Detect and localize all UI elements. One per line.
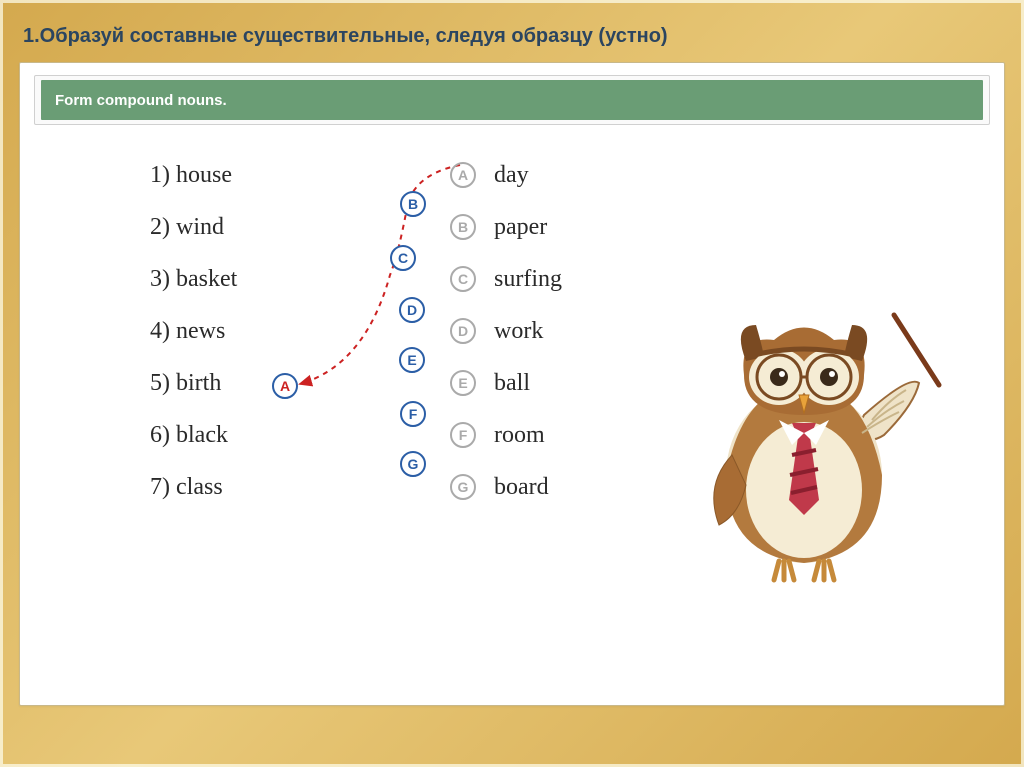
left-item: 7) class	[150, 461, 237, 513]
right-item: Aday	[450, 149, 562, 201]
right-item-word: ball	[494, 370, 530, 397]
left-item-number: 5)	[150, 370, 170, 397]
left-item-word: birth	[176, 370, 221, 397]
left-item-number: 6)	[150, 422, 170, 449]
option-letter-circle: E	[450, 370, 476, 396]
right-item-word: day	[494, 162, 529, 189]
right-item: Eball	[450, 357, 562, 409]
exercise-title: 1.Образуй составные существительные, сле…	[23, 25, 1005, 48]
right-item: Froom	[450, 409, 562, 461]
example-answer-circle: A	[272, 373, 298, 399]
owl-illustration	[684, 305, 944, 585]
right-item: Gboard	[450, 461, 562, 513]
left-item-word: news	[176, 318, 225, 345]
left-item: 1) house	[150, 149, 237, 201]
answer-slot-circle[interactable]: D	[399, 297, 425, 323]
option-letter-circle: A	[450, 162, 476, 188]
left-item: 4) news	[150, 305, 237, 357]
right-item: Dwork	[450, 305, 562, 357]
header-bar: Form compound nouns.	[41, 80, 983, 120]
answer-slot-circle[interactable]: C	[390, 245, 416, 271]
left-item: 2) wind	[150, 201, 237, 253]
left-item-word: wind	[176, 214, 224, 241]
right-item-word: room	[494, 422, 545, 449]
left-item-word: basket	[176, 266, 237, 293]
left-item-number: 3)	[150, 266, 170, 293]
left-item-word: house	[176, 162, 232, 189]
left-column: 1) house2) wind3) basket4) news5) birth6…	[150, 149, 237, 513]
option-letter-circle: D	[450, 318, 476, 344]
right-item: Csurfing	[450, 253, 562, 305]
option-letter-circle: F	[450, 422, 476, 448]
option-letter-circle: C	[450, 266, 476, 292]
right-item: Bpaper	[450, 201, 562, 253]
right-item-word: work	[494, 318, 543, 345]
answer-slot-circle[interactable]: E	[399, 347, 425, 373]
right-item-word: surfing	[494, 266, 562, 293]
right-item-word: board	[494, 474, 549, 501]
left-item-number: 1)	[150, 162, 170, 189]
option-letter-circle: G	[450, 474, 476, 500]
right-item-word: paper	[494, 214, 547, 241]
right-column: AdayBpaperCsurfingDworkEballFroomGboard	[450, 149, 562, 513]
option-letter-circle: B	[450, 214, 476, 240]
left-item: 3) basket	[150, 253, 237, 305]
answer-slot-circle[interactable]: B	[400, 191, 426, 217]
left-item-number: 2)	[150, 214, 170, 241]
exercise-content: 1) house2) wind3) basket4) news5) birth6…	[20, 125, 1004, 706]
left-item-number: 4)	[150, 318, 170, 345]
answer-slot-circle[interactable]: F	[400, 401, 426, 427]
left-item-word: black	[176, 422, 228, 449]
left-item-number: 7)	[150, 474, 170, 501]
exercise-card: Form compound nouns. 1) house2) wind3) b…	[19, 62, 1005, 706]
left-item-word: class	[176, 474, 223, 501]
header-bar-container: Form compound nouns.	[34, 75, 990, 125]
left-item: 6) black	[150, 409, 237, 461]
header-text: Form compound nouns.	[55, 92, 227, 109]
answer-slot-circle[interactable]: G	[400, 451, 426, 477]
left-item: 5) birth	[150, 357, 237, 409]
